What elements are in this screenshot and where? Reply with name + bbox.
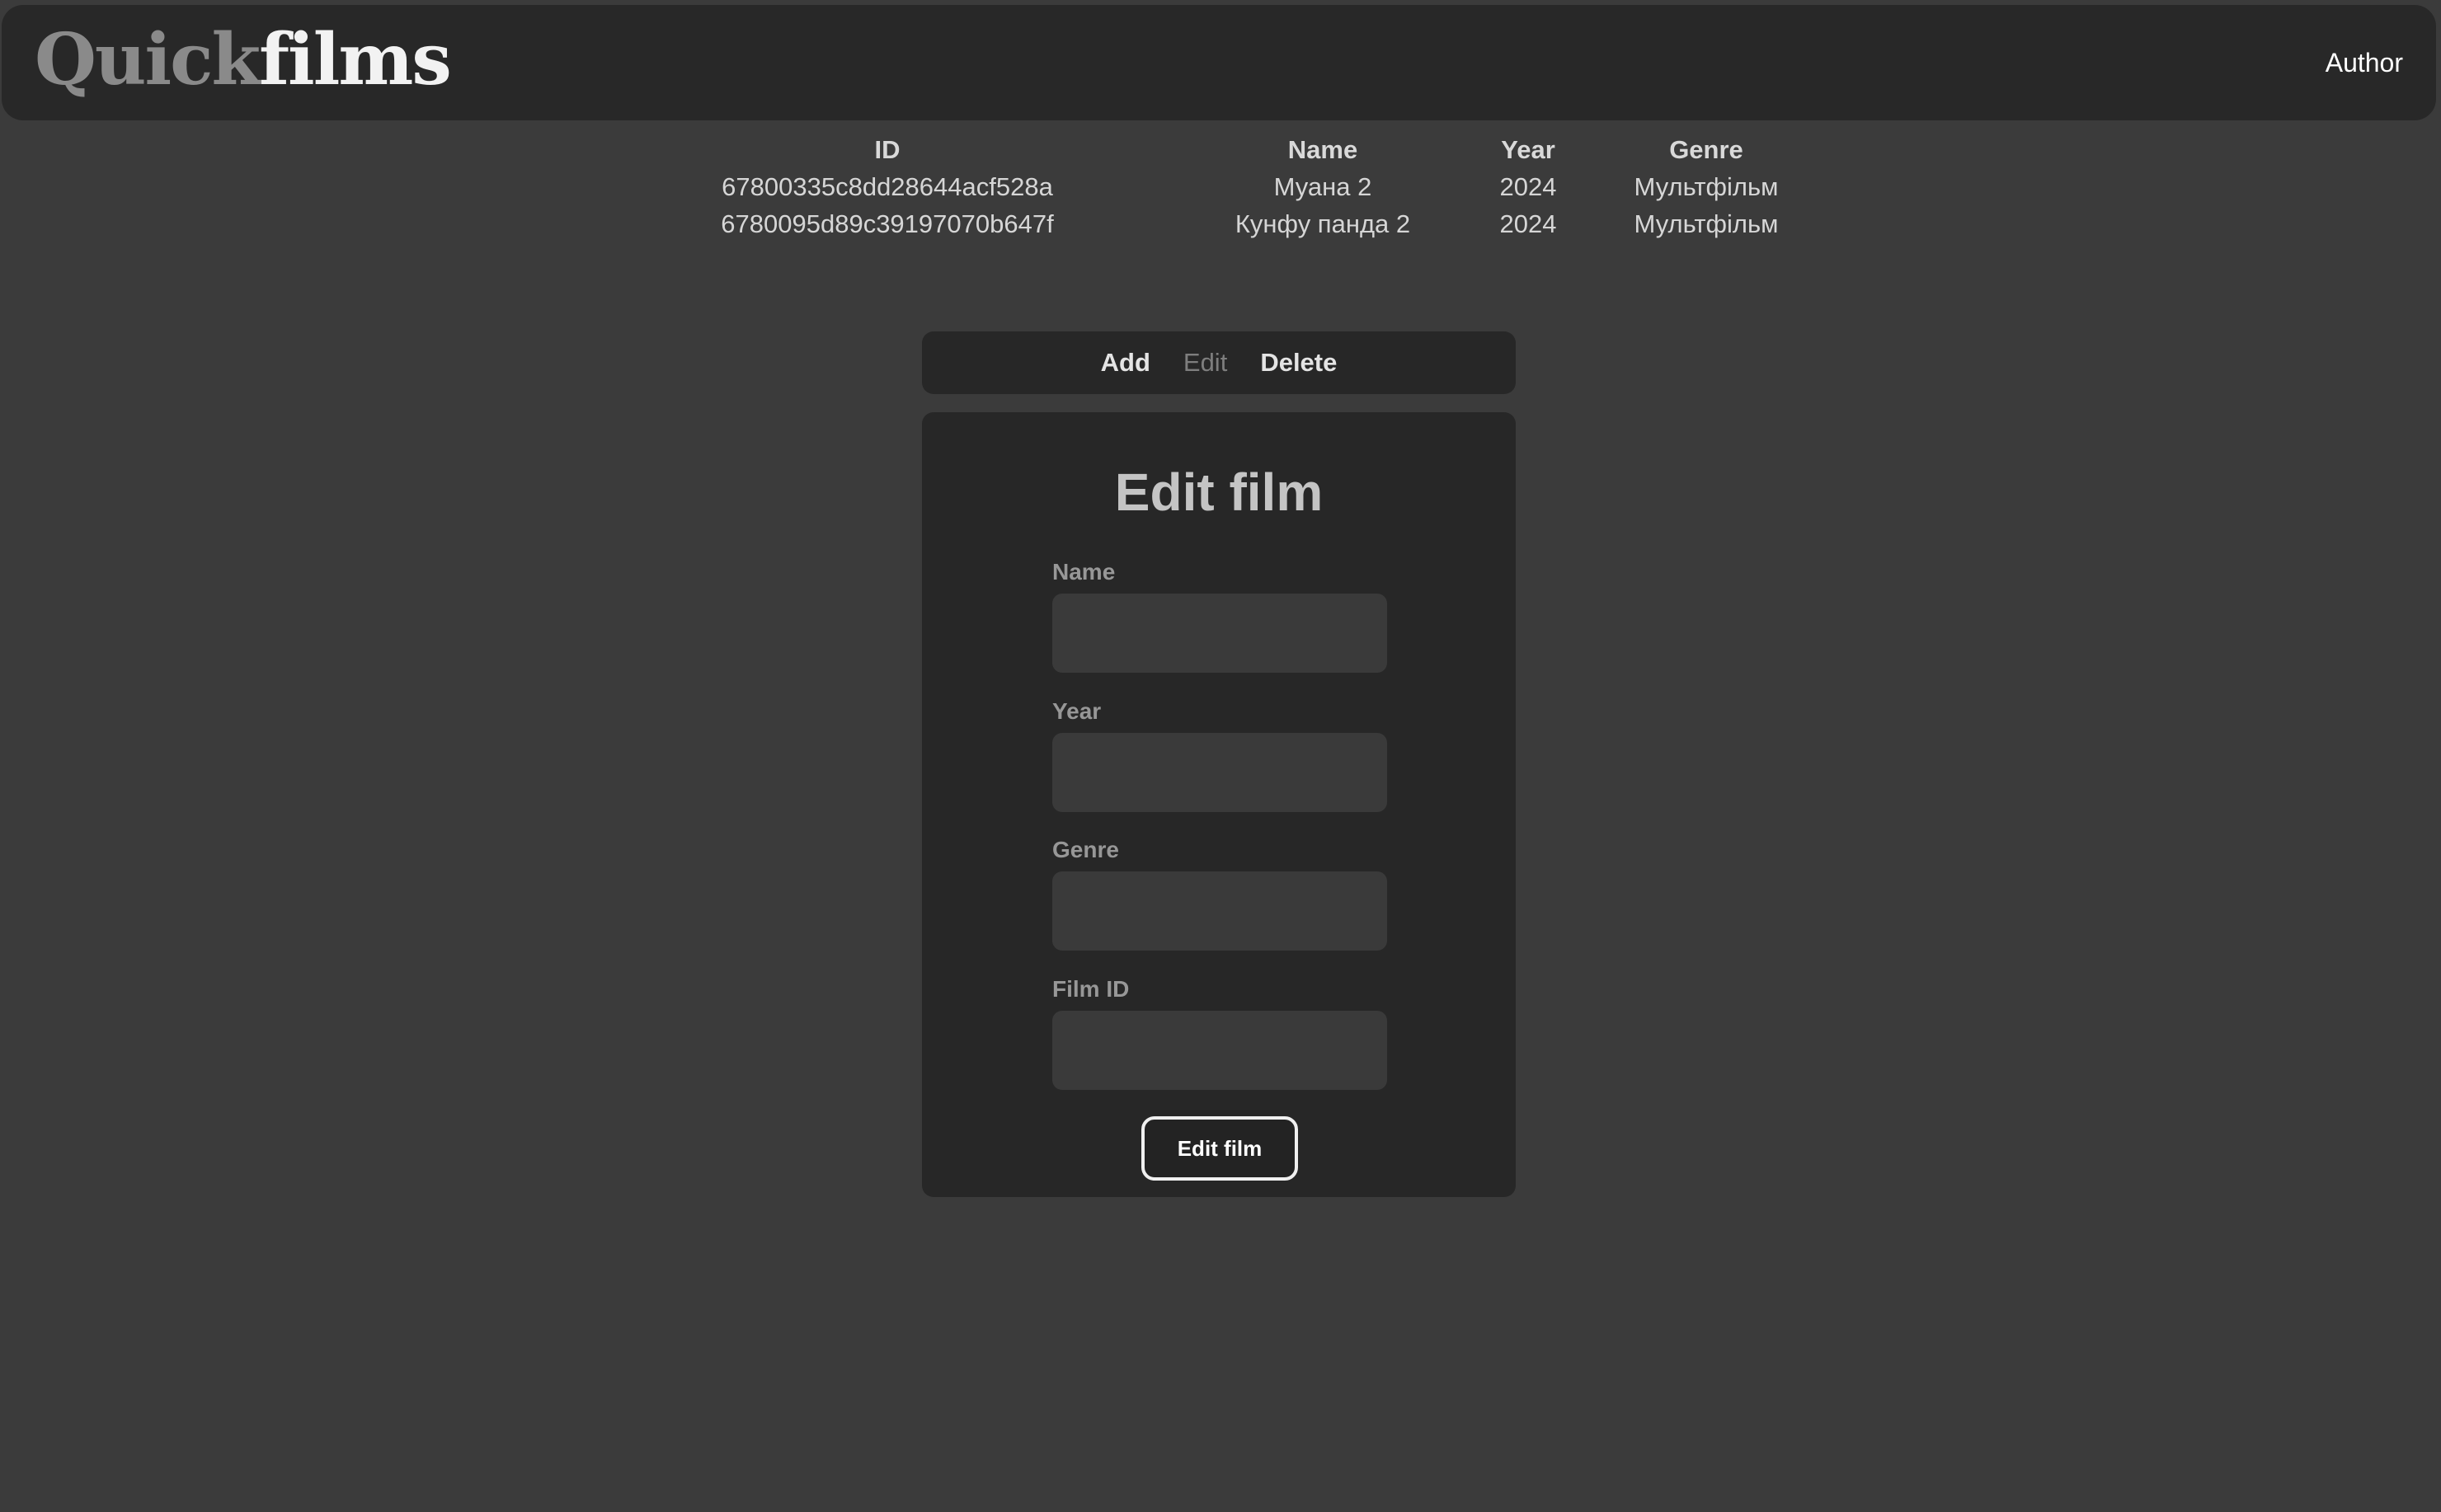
author-link[interactable]: Author (2326, 48, 2403, 78)
cell-film-name: Муана 2 (1273, 172, 1372, 201)
cell-film-year: 2024 (1499, 209, 1557, 238)
cell-film-genre: Мультфільм (1634, 172, 1779, 201)
tab-delete[interactable]: Delete (1260, 348, 1337, 378)
name-label: Name (1052, 559, 1116, 585)
table-header-row: ID Name Year Genre (0, 135, 2441, 172)
genre-field-group: Genre (1052, 837, 1387, 951)
films-table: ID Name Year Genre 67800335c8dd28644acf5… (0, 135, 2441, 247)
column-header-genre: Genre (1669, 135, 1743, 164)
logo-quick-text: Quick (35, 18, 261, 101)
table-row: 67800335c8dd28644acf528a Муана 2 2024 Му… (0, 172, 2441, 209)
action-tabs: Add Edit Delete (922, 331, 1516, 394)
edit-film-form: Edit film Name Year Genre Film ID Edit f… (922, 412, 1516, 1197)
year-input[interactable] (1052, 733, 1387, 812)
genre-input[interactable] (1052, 871, 1387, 951)
film-id-input[interactable] (1052, 1011, 1387, 1090)
year-label: Year (1052, 698, 1102, 724)
film-id-field-group: Film ID (1052, 976, 1387, 1090)
film-id-label: Film ID (1052, 976, 1130, 1002)
name-input[interactable] (1052, 594, 1387, 673)
name-field-group: Name (1052, 559, 1387, 673)
tab-add[interactable]: Add (1101, 348, 1150, 378)
genre-label: Genre (1052, 837, 1119, 862)
cell-film-name: Кунфу панда 2 (1235, 209, 1411, 238)
cell-film-genre: Мультфільм (1634, 209, 1779, 238)
cell-film-year: 2024 (1499, 172, 1557, 201)
column-header-id: ID (874, 135, 901, 164)
cell-film-id: 6780095d89c39197070b647f (721, 209, 1054, 238)
quickfilms-logo[interactable]: Quick films (35, 15, 452, 106)
year-field-group: Year (1052, 698, 1387, 812)
logo-films-text: films (259, 18, 452, 101)
app-header: Quick films Author (2, 5, 2436, 120)
column-header-year: Year (1501, 135, 1555, 164)
table-row: 6780095d89c39197070b647f Кунфу панда 2 2… (0, 209, 2441, 247)
cell-film-id: 67800335c8dd28644acf528a (722, 172, 1053, 201)
column-header-name: Name (1287, 135, 1358, 164)
form-title: Edit film (1114, 463, 1324, 522)
tab-edit[interactable]: Edit (1183, 348, 1227, 378)
edit-film-button[interactable]: Edit film (1141, 1116, 1298, 1181)
